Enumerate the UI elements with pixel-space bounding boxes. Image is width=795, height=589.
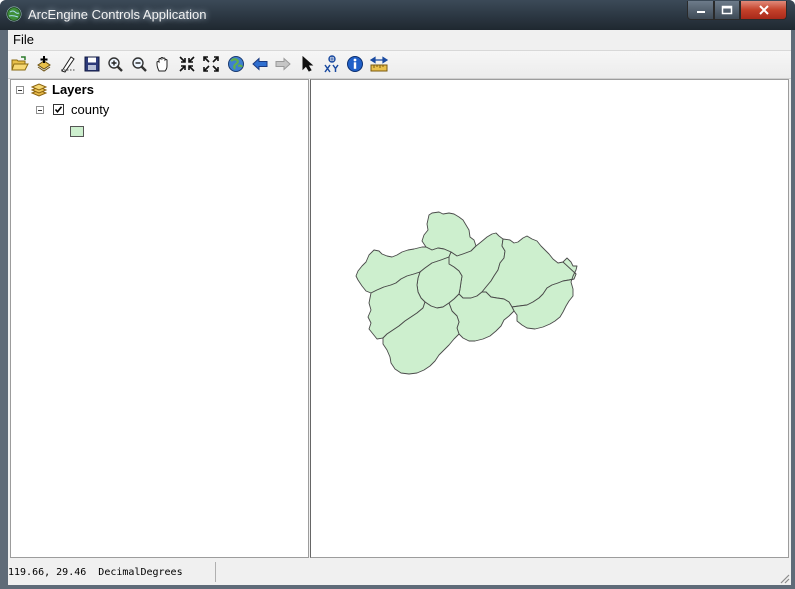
caption-buttons: [687, 1, 787, 21]
globe-full-extent-icon: [228, 56, 244, 72]
measure-button[interactable]: [369, 54, 389, 74]
save-button[interactable]: [82, 54, 102, 74]
layers-root-label[interactable]: Layers: [52, 82, 94, 97]
edit-sketch-button[interactable]: [58, 54, 78, 74]
status-bar: 119.66, 29.46 DecimalDegrees: [8, 560, 791, 585]
select-elements-button[interactable]: [298, 54, 318, 74]
open-folder-icon: [11, 56, 29, 71]
fixed-zoom-out-icon: [203, 56, 219, 72]
identify-button[interactable]: [345, 54, 365, 74]
county-layer-label[interactable]: county: [71, 102, 109, 117]
layers-stack-icon: [30, 83, 48, 97]
menu-file[interactable]: File: [13, 32, 34, 47]
minimize-icon: [696, 11, 705, 13]
ruler-measure-icon: [370, 56, 388, 72]
go-to-xy-button[interactable]: [322, 54, 342, 74]
zoom-out-icon: [131, 56, 147, 72]
app-window: ArcEngine Controls Application File Laye…: [0, 0, 795, 589]
table-of-contents[interactable]: Layers county: [10, 79, 309, 558]
fixed-zoom-in-icon: [179, 56, 195, 72]
title-bar[interactable]: ArcEngine Controls Application: [0, 0, 795, 30]
resize-grip-icon[interactable]: [778, 572, 790, 584]
county-legend-swatch: [70, 126, 84, 137]
maximize-button[interactable]: [714, 1, 740, 20]
close-button[interactable]: [740, 1, 787, 20]
map-control[interactable]: [310, 79, 789, 558]
forward-button[interactable]: [273, 54, 293, 74]
arrow-right-icon: [275, 57, 291, 71]
toolbar: [8, 51, 791, 79]
layers-collapse-toggle[interactable]: [16, 86, 24, 94]
county-collapse-toggle[interactable]: [36, 106, 44, 114]
add-data-icon: [37, 56, 51, 72]
arrow-left-icon: [252, 57, 268, 71]
save-disk-icon: [84, 56, 100, 72]
app-globe-icon: [6, 6, 22, 22]
window-title: ArcEngine Controls Application: [28, 7, 207, 22]
fixed-zoom-in-button[interactable]: [177, 54, 197, 74]
add-data-button[interactable]: [34, 54, 54, 74]
client-area: File Layers county 119.66, 29.46 Decimal…: [8, 30, 791, 585]
close-icon: [758, 5, 769, 15]
county-visibility-checkbox[interactable]: [53, 104, 64, 115]
maximize-icon: [721, 5, 733, 15]
county-map-layer: [355, 211, 578, 375]
zoom-out-button[interactable]: [129, 54, 149, 74]
checkmark-icon: [54, 106, 63, 114]
menu-bar: File: [8, 30, 791, 51]
coordinate-status-panel: 119.66, 29.46 DecimalDegrees: [8, 562, 216, 582]
full-extent-button[interactable]: [226, 54, 246, 74]
pencil-sketch-icon: [61, 56, 75, 73]
xy-coordinate-icon: [324, 55, 339, 73]
back-button[interactable]: [250, 54, 270, 74]
zoom-in-icon: [107, 56, 123, 72]
coordinate-readout: 119.66, 29.46 DecimalDegrees: [8, 567, 183, 578]
pointer-arrow-icon: [302, 56, 314, 72]
zoom-in-button[interactable]: [105, 54, 125, 74]
info-identify-icon: [347, 56, 363, 72]
pan-hand-icon: [156, 57, 168, 72]
open-document-button[interactable]: [10, 54, 30, 74]
fixed-zoom-out-button[interactable]: [201, 54, 221, 74]
minimize-button[interactable]: [687, 1, 714, 20]
pan-button[interactable]: [153, 54, 173, 74]
